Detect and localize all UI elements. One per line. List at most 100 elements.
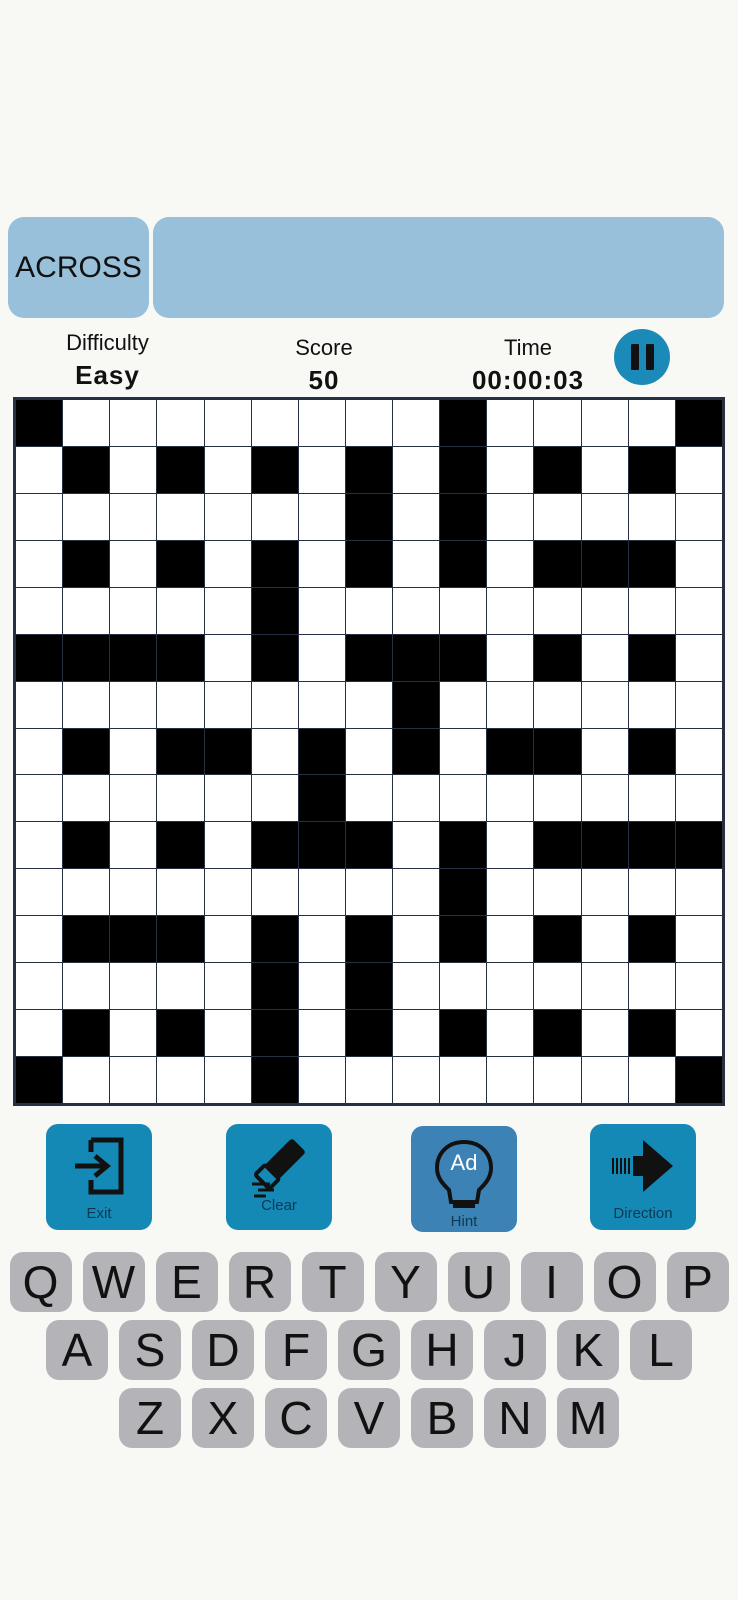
- grid-cell[interactable]: [204, 1010, 251, 1057]
- key-g[interactable]: G: [338, 1320, 400, 1380]
- pause-button[interactable]: [614, 329, 670, 385]
- grid-cell[interactable]: [204, 1057, 251, 1103]
- grid-cell[interactable]: [345, 681, 393, 728]
- grid-cell[interactable]: [298, 587, 345, 634]
- grid-cell[interactable]: [675, 775, 722, 822]
- grid-cell[interactable]: [16, 822, 63, 869]
- grid-cell[interactable]: [204, 916, 251, 963]
- grid-cell[interactable]: [157, 681, 204, 728]
- grid-cell[interactable]: [534, 869, 581, 916]
- grid-cell[interactable]: [393, 446, 440, 493]
- grid-cell[interactable]: [675, 681, 722, 728]
- grid-cell[interactable]: [440, 728, 487, 775]
- grid-cell[interactable]: [251, 400, 298, 446]
- grid-cell[interactable]: [628, 681, 675, 728]
- grid-cell[interactable]: [298, 869, 345, 916]
- grid-cell[interactable]: [393, 493, 440, 540]
- grid-cell[interactable]: [110, 493, 157, 540]
- grid-cell[interactable]: [581, 446, 628, 493]
- grid-cell[interactable]: [393, 775, 440, 822]
- grid-cell[interactable]: [16, 493, 63, 540]
- grid-cell[interactable]: [204, 775, 251, 822]
- grid-cell[interactable]: [251, 775, 298, 822]
- grid-cell[interactable]: [204, 634, 251, 681]
- grid-cell[interactable]: [581, 728, 628, 775]
- hint-button[interactable]: Ad Hint: [411, 1126, 517, 1232]
- grid-cell[interactable]: [298, 634, 345, 681]
- grid-cell[interactable]: [251, 869, 298, 916]
- grid-cell[interactable]: [345, 400, 393, 446]
- grid-cell[interactable]: [157, 963, 204, 1010]
- grid-cell[interactable]: [440, 587, 487, 634]
- grid-cell[interactable]: [534, 493, 581, 540]
- grid-cell[interactable]: [298, 916, 345, 963]
- grid-cell[interactable]: [393, 587, 440, 634]
- grid-cell[interactable]: [16, 1010, 63, 1057]
- grid-cell[interactable]: [628, 587, 675, 634]
- grid-cell[interactable]: [157, 775, 204, 822]
- grid-cell[interactable]: [204, 540, 251, 587]
- grid-cell[interactable]: [487, 775, 534, 822]
- grid-cell[interactable]: [298, 540, 345, 587]
- grid-cell[interactable]: [110, 540, 157, 587]
- key-m[interactable]: M: [557, 1388, 619, 1448]
- grid-cell[interactable]: [534, 775, 581, 822]
- grid-cell[interactable]: [110, 775, 157, 822]
- grid-cell[interactable]: [157, 587, 204, 634]
- grid-cell[interactable]: [298, 963, 345, 1010]
- key-u[interactable]: U: [447, 1252, 510, 1312]
- grid-cell[interactable]: [204, 400, 251, 446]
- key-a[interactable]: A: [46, 1320, 108, 1380]
- grid-cell[interactable]: [628, 775, 675, 822]
- grid-cell[interactable]: [110, 822, 157, 869]
- grid-cell[interactable]: [534, 587, 581, 634]
- grid-cell[interactable]: [345, 1057, 393, 1103]
- grid-cell[interactable]: [675, 869, 722, 916]
- key-z[interactable]: Z: [119, 1388, 181, 1448]
- grid-cell[interactable]: [581, 400, 628, 446]
- grid-cell[interactable]: [204, 869, 251, 916]
- grid-cell[interactable]: [675, 446, 722, 493]
- grid-cell[interactable]: [487, 822, 534, 869]
- grid-cell[interactable]: [440, 681, 487, 728]
- grid-cell[interactable]: [440, 1057, 487, 1103]
- grid-cell[interactable]: [628, 493, 675, 540]
- grid-cell[interactable]: [16, 916, 63, 963]
- grid-cell[interactable]: [63, 963, 110, 1010]
- key-c[interactable]: C: [265, 1388, 327, 1448]
- key-r[interactable]: R: [228, 1252, 291, 1312]
- grid-cell[interactable]: [16, 775, 63, 822]
- grid-cell[interactable]: [110, 400, 157, 446]
- grid-cell[interactable]: [487, 634, 534, 681]
- grid-cell[interactable]: [393, 963, 440, 1010]
- grid-cell[interactable]: [581, 634, 628, 681]
- key-p[interactable]: P: [666, 1252, 729, 1312]
- grid-cell[interactable]: [157, 869, 204, 916]
- grid-cell[interactable]: [581, 681, 628, 728]
- grid-cell[interactable]: [581, 916, 628, 963]
- key-d[interactable]: D: [192, 1320, 254, 1380]
- grid-cell[interactable]: [581, 869, 628, 916]
- key-v[interactable]: V: [338, 1388, 400, 1448]
- key-w[interactable]: W: [82, 1252, 145, 1312]
- grid-cell[interactable]: [345, 775, 393, 822]
- grid-cell[interactable]: [251, 493, 298, 540]
- grid-cell[interactable]: [63, 587, 110, 634]
- grid-cell[interactable]: [393, 869, 440, 916]
- key-x[interactable]: X: [192, 1388, 254, 1448]
- key-t[interactable]: T: [301, 1252, 364, 1312]
- grid-cell[interactable]: [345, 728, 393, 775]
- key-o[interactable]: O: [593, 1252, 656, 1312]
- grid-cell[interactable]: [204, 822, 251, 869]
- grid-cell[interactable]: [110, 869, 157, 916]
- grid-cell[interactable]: [675, 493, 722, 540]
- grid-cell[interactable]: [628, 400, 675, 446]
- grid-cell[interactable]: [204, 681, 251, 728]
- grid-cell[interactable]: [675, 634, 722, 681]
- grid-cell[interactable]: [534, 400, 581, 446]
- grid-cell[interactable]: [16, 728, 63, 775]
- key-q[interactable]: Q: [9, 1252, 72, 1312]
- grid-cell[interactable]: [534, 681, 581, 728]
- key-k[interactable]: K: [557, 1320, 619, 1380]
- exit-button[interactable]: Exit: [46, 1124, 152, 1230]
